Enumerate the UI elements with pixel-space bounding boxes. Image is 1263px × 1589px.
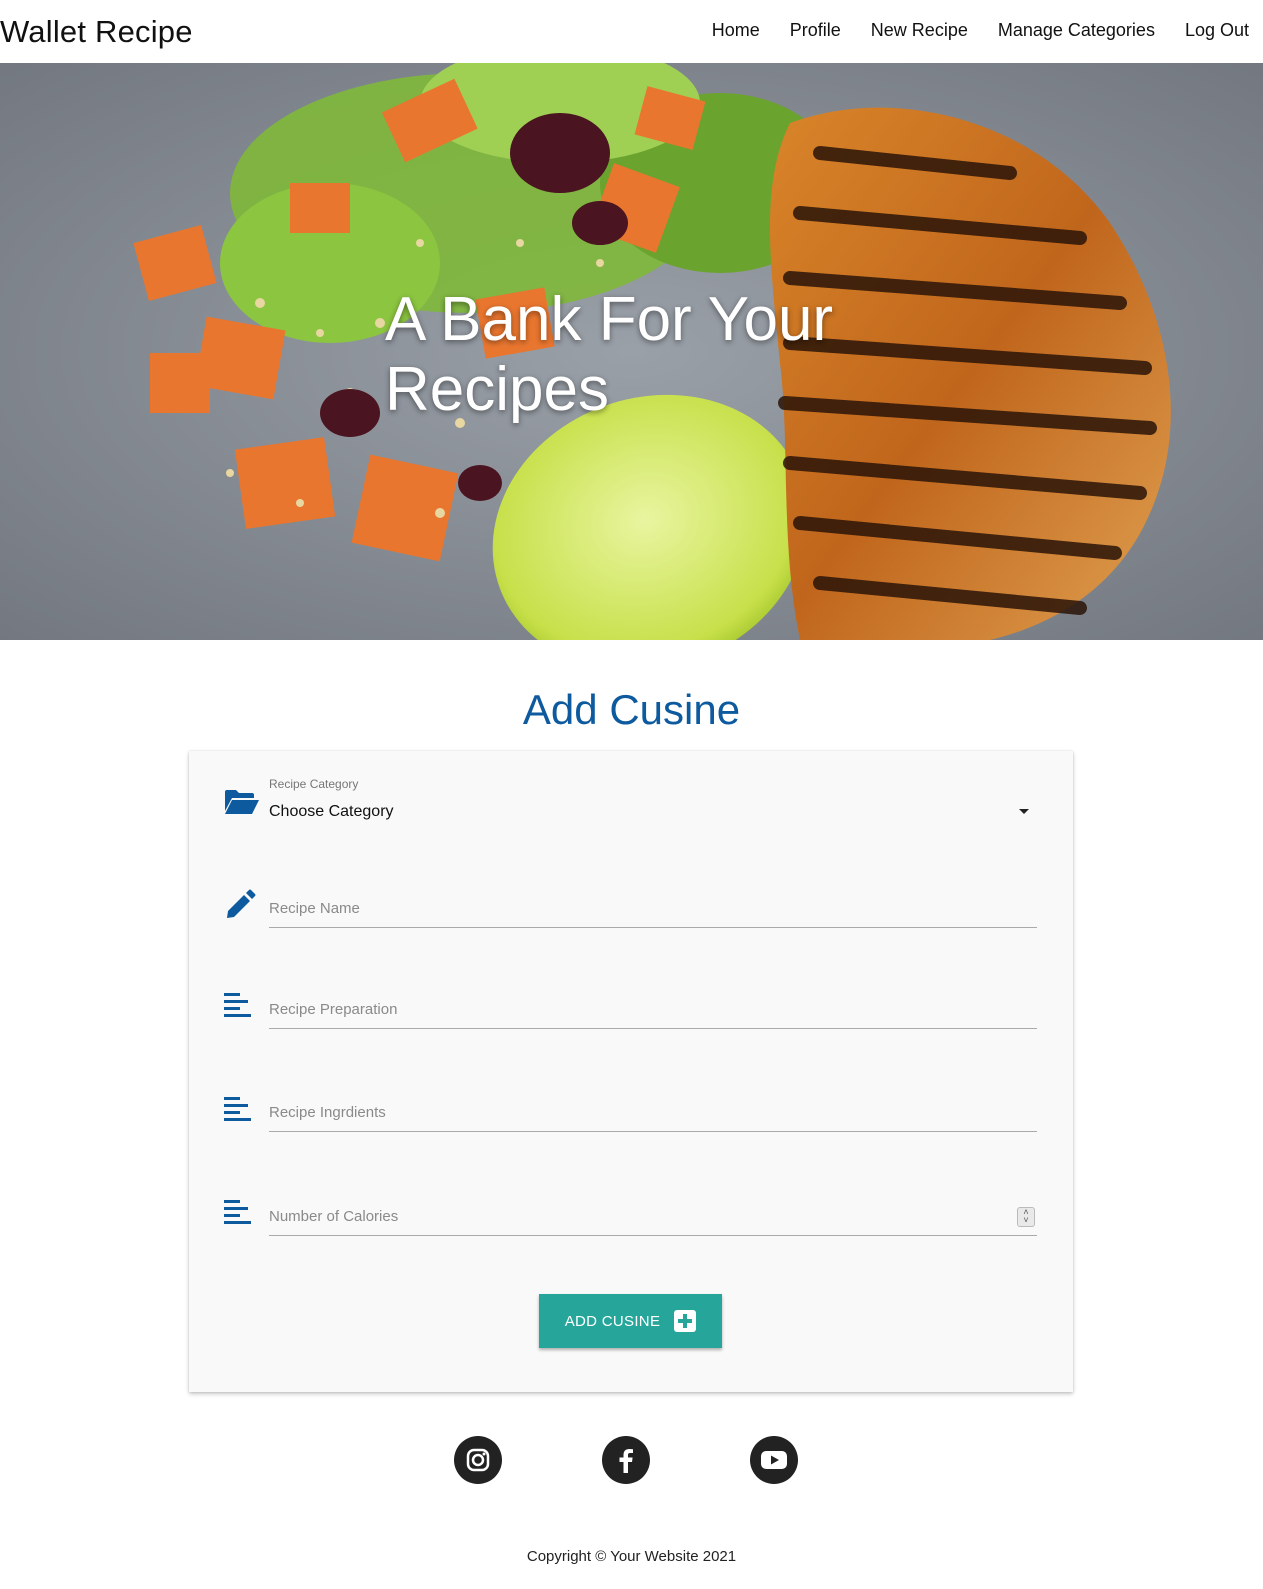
chevron-down-icon[interactable] [1019,809,1029,814]
footer-copyright: Copyright © Your Website 2021 [526,1548,737,1565]
align-left-icon [224,993,252,1019]
nav-links: Home Profile New Recipe Manage Categorie… [682,20,1249,41]
plus-square-icon [674,1310,697,1332]
hero-banner: A Bank For Your Recipes [0,63,1263,640]
add-cuisine-form: Recipe Category Choose Category Recipe N… [189,751,1073,1392]
hero-title: A Bank For Your Recipes [385,285,834,424]
add-cuisine-button[interactable]: ADD CUSINE [539,1294,722,1348]
page-title: Add Cusine [522,686,741,733]
number-spinner[interactable]: ˄ ˅ [1017,1207,1035,1227]
nav-home[interactable]: Home [712,20,760,41]
recipe-name-field [269,893,1037,928]
calories-input[interactable] [269,1201,1037,1231]
align-left-icon [224,1200,252,1226]
align-left-icon [224,1097,252,1123]
pencil-icon [224,889,256,921]
add-cuisine-button-label: ADD CUSINE [564,1312,661,1330]
recipe-ingredients-input[interactable] [269,1097,1037,1127]
instagram-icon[interactable] [454,1436,502,1484]
category-selected-value: Choose Category [269,803,394,820]
nav-manage-categories[interactable]: Manage Categories [998,20,1155,41]
brand-logo[interactable]: Wallet Recipe [0,14,193,50]
nav-new-recipe[interactable]: New Recipe [871,20,968,41]
nav-profile[interactable]: Profile [790,20,841,41]
recipe-ingredients-field [269,1097,1037,1132]
nav-log-out[interactable]: Log Out [1185,20,1249,41]
recipe-name-input[interactable] [269,893,1037,923]
recipe-preparation-input[interactable] [269,994,1037,1024]
navbar: Wallet Recipe Home Profile New Recipe Ma… [0,0,1263,63]
facebook-icon[interactable] [602,1436,650,1484]
calories-field: ˄˅ [269,1201,1037,1236]
category-label: Recipe Category [269,777,359,791]
recipe-preparation-field [269,994,1037,1029]
youtube-icon[interactable] [750,1436,798,1484]
folder-open-icon [224,789,260,815]
